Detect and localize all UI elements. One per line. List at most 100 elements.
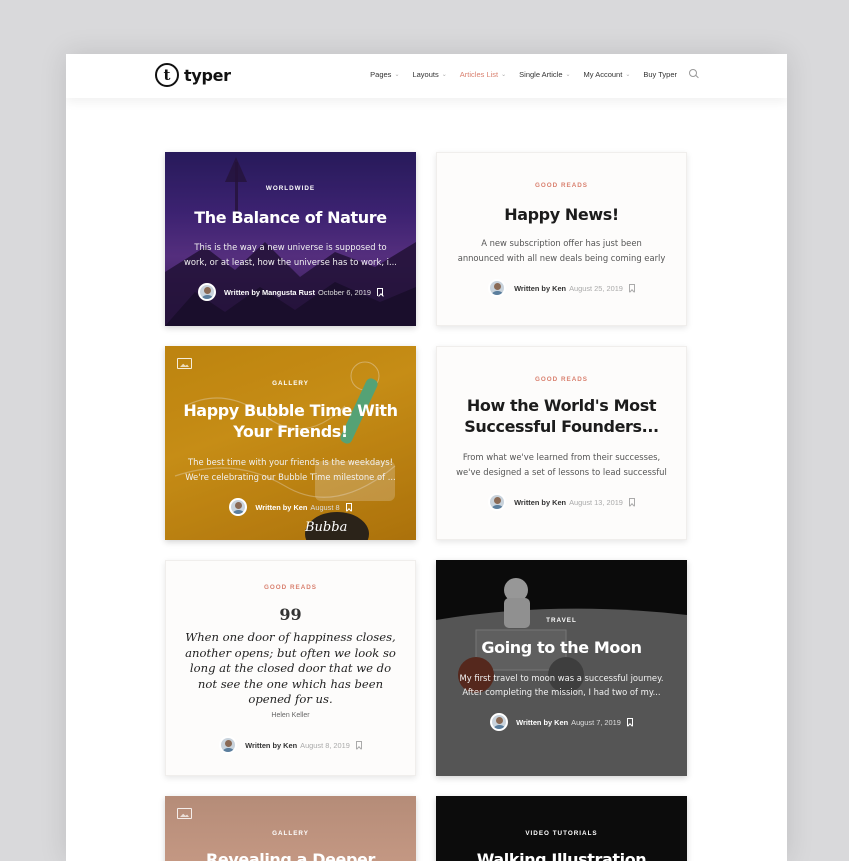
author-name[interactable]: Written by Ken (514, 284, 566, 293)
card-excerpt-line: From what we've learned from their succe… (462, 452, 661, 462)
card-category[interactable]: Gallery (165, 380, 416, 387)
post-date: October 6, 2019 (318, 287, 372, 297)
avatar[interactable] (197, 283, 216, 301)
article-card-happy-bubble-time[interactable]: Gallery Happy Bubble Time With Your Frie… (165, 346, 416, 540)
gallery-icon (177, 808, 192, 819)
card-title[interactable]: Revealing a Deeper (165, 849, 416, 861)
avatar[interactable] (488, 493, 507, 511)
post-date: August 13, 2019 (569, 497, 623, 507)
nav-item-layouts[interactable]: Layouts ⌄ (412, 70, 446, 79)
card-category[interactable]: Worldwide (165, 185, 416, 192)
card-title-line[interactable]: Successful Founders... (437, 416, 686, 437)
card-meta: Written by Ken August 8 (165, 498, 416, 516)
nav-label: Layouts (412, 69, 439, 79)
quote-line: When one door of happiness closes, (185, 630, 396, 644)
chevron-down-icon: ⌄ (394, 71, 400, 78)
nav-label: Pages (370, 69, 392, 79)
card-excerpt-line: This is the way a new universe is suppos… (194, 242, 387, 252)
quote-card[interactable]: Good Reads 99 When one door of happiness… (165, 560, 416, 776)
nav-item-articles-list[interactable]: Articles List ⌄ (460, 70, 506, 79)
bookmark-icon[interactable] (355, 741, 362, 749)
site-logo[interactable]: t typer (155, 62, 231, 88)
card-title[interactable]: Happy News! (437, 204, 686, 225)
page: t typer Pages ⌄ Layouts ⌄ Articles List ⌄ S… (66, 54, 787, 861)
card-excerpt-line: we've designed a set of lessons to lead … (456, 467, 667, 477)
post-date: August 8, 2019 (300, 740, 350, 750)
author-name[interactable]: Written by Ken (514, 498, 566, 507)
card-meta: Written by Ken August 8, 2019 (166, 736, 415, 754)
gallery-icon (177, 358, 192, 369)
card-meta: Written by Ken August 7, 2019 (436, 713, 687, 731)
avatar[interactable] (229, 498, 248, 516)
quote-line: not see the one which has been (197, 677, 384, 691)
nav-item-pages[interactable]: Pages ⌄ (370, 70, 399, 79)
sketch-lettering: Bubba (305, 520, 348, 535)
bookmark-icon[interactable] (628, 284, 635, 292)
article-card-successful-founders[interactable]: Good Reads How the World's Most Successf… (436, 346, 687, 540)
card-title[interactable]: The Balance of Nature (165, 207, 416, 228)
quote-line: opened for us. (248, 692, 333, 706)
card-meta: Written by Ken August 13, 2019 (437, 493, 686, 511)
author-name[interactable]: Written by Ken (255, 503, 307, 512)
card-category[interactable]: Good Reads (166, 584, 415, 591)
nav-label: Articles List (459, 69, 499, 79)
author-name[interactable]: Written by Ken (245, 741, 297, 750)
card-excerpt-line: work, or at least, how the universe has … (184, 257, 397, 267)
bookmark-icon[interactable] (345, 503, 352, 511)
post-date: August 8 (310, 502, 340, 512)
quote-line: long at the closed door that we do (189, 661, 392, 675)
post-date: August 7, 2019 (571, 717, 621, 727)
bookmark-icon[interactable] (377, 288, 384, 296)
chevron-down-icon: ⌄ (441, 71, 447, 78)
article-card-going-to-the-moon[interactable]: Travel Going to the Moon My first travel… (436, 560, 687, 776)
moon-surface-photo (436, 560, 687, 776)
card-excerpt-line: My first travel to moon was a successful… (459, 673, 664, 683)
card-excerpt-line: The best time with your friends is the w… (188, 457, 393, 467)
author-name[interactable]: Written by Ken (516, 718, 568, 727)
logo-text: typer (184, 65, 231, 85)
post-date: August 25, 2019 (569, 283, 623, 293)
bookmark-icon[interactable] (628, 498, 635, 506)
author-name[interactable]: Written by Mangusta Rust (224, 288, 315, 297)
card-title[interactable]: Walking Illustration (436, 849, 687, 861)
card-category[interactable]: Travel (436, 617, 687, 624)
article-card-happy-news[interactable]: Good Reads Happy News! A new subscriptio… (436, 152, 687, 326)
nav-item-my-account[interactable]: My Account ⌄ (584, 70, 631, 79)
card-excerpt-line: After completing the mission, I had two … (462, 687, 661, 697)
card-title-line[interactable]: How the World's Most (437, 395, 686, 416)
card-title[interactable]: Going to the Moon (436, 637, 687, 658)
card-meta: Written by Ken August 25, 2019 (437, 279, 686, 297)
nav-label: Buy Typer (643, 69, 677, 79)
site-header: t typer Pages ⌄ Layouts ⌄ Articles List ⌄ S… (66, 54, 787, 98)
avatar[interactable] (488, 279, 507, 297)
chevron-down-icon: ⌄ (501, 71, 507, 78)
bookmark-icon[interactable] (626, 718, 633, 726)
card-excerpt-line: announced with all new deals being comin… (457, 253, 666, 263)
article-card-walking-illustration[interactable]: Video Tutorials Walking Illustration (436, 796, 687, 861)
search-icon[interactable] (689, 69, 699, 79)
card-title-line[interactable]: Your Friends! (165, 421, 416, 442)
quote-icon: 99 (279, 605, 302, 624)
chevron-down-icon: ⌄ (565, 71, 571, 78)
main-nav: Pages ⌄ Layouts ⌄ Articles List ⌄ Single Ar… (357, 69, 699, 79)
nav-label: My Account (583, 69, 623, 79)
chevron-down-icon: ⌄ (625, 71, 631, 78)
article-card-balance-of-nature[interactable]: Worldwide The Balance of Nature This is … (165, 152, 416, 326)
card-excerpt-line: We're celebrating our Bubble Time milest… (185, 472, 396, 482)
avatar[interactable] (490, 713, 509, 731)
card-category[interactable]: Good Reads (437, 376, 686, 383)
nav-item-buy-typer[interactable]: Buy Typer (643, 70, 677, 79)
article-card-revealing-a-deeper[interactable]: Gallery Revealing a Deeper (165, 796, 416, 861)
card-category[interactable]: Good Reads (437, 182, 686, 189)
card-category[interactable]: Video Tutorials (436, 830, 687, 837)
card-category[interactable]: Gallery (165, 830, 416, 837)
nav-label: Single Article (519, 69, 563, 79)
card-excerpt-line: A new subscription offer has just been (481, 238, 642, 248)
card-title-line[interactable]: Happy Bubble Time With (165, 400, 416, 421)
quote-author: Helen Keller (271, 712, 310, 719)
avatar[interactable] (219, 736, 238, 754)
nav-item-single-article[interactable]: Single Article ⌄ (519, 70, 570, 79)
logo-mark-icon: t (155, 63, 179, 87)
quote-line: another opens; but often we look so (185, 646, 396, 660)
card-meta: Written by Mangusta Rust October 6, 2019 (165, 283, 416, 301)
